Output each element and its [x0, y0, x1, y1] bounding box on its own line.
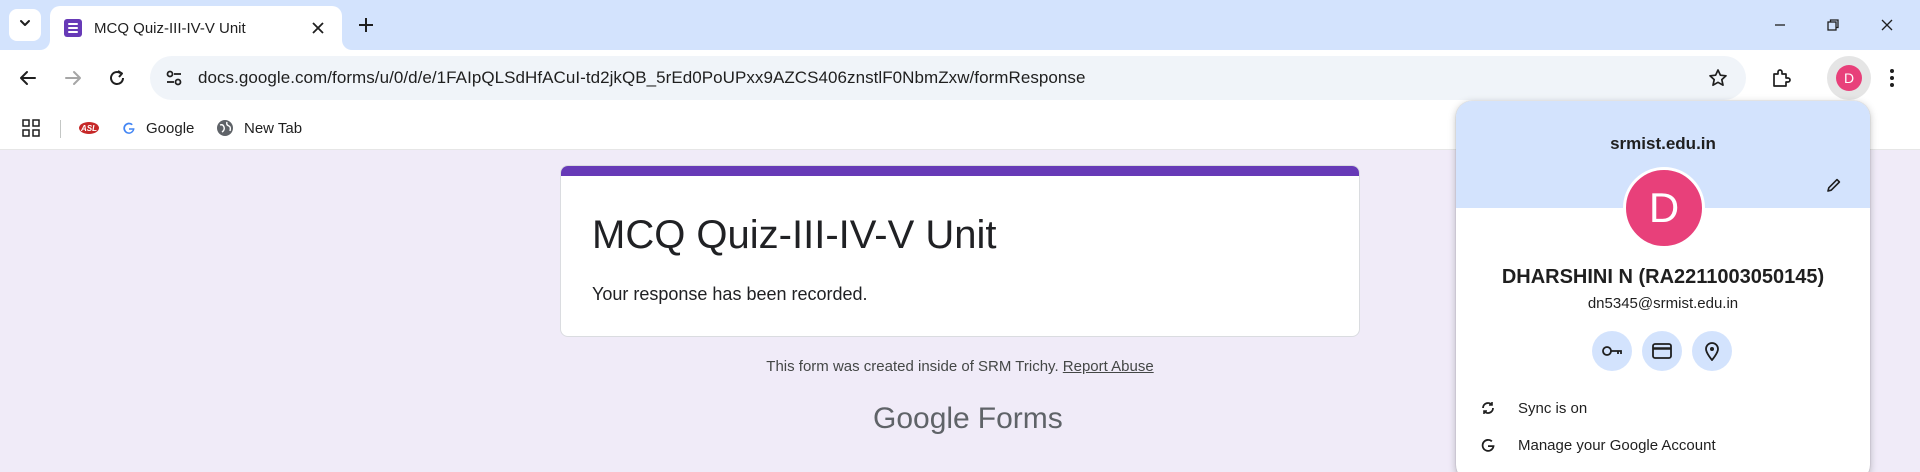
profile-email: dn5345@srmist.edu.in [1587, 295, 1739, 312]
profile-popup: srmist.edu.in D DHARSHINI N (RA221100305… [1456, 101, 1870, 472]
reload-button[interactable] [101, 62, 133, 94]
apps-grid-icon [22, 119, 40, 137]
tab-search-button[interactable] [9, 9, 41, 41]
edit-profile-button[interactable] [1820, 171, 1848, 199]
payment-methods-button[interactable] [1642, 331, 1682, 371]
menu-label: Sync is on [1518, 399, 1588, 417]
extensions-button[interactable] [1765, 62, 1797, 94]
bookmark-label: New Tab [244, 119, 303, 137]
footer-text: This form was created inside of SRM Tric… [766, 358, 1059, 375]
google-g-icon [123, 122, 135, 134]
manage-account-item[interactable]: Manage your Google Account [1456, 427, 1870, 463]
passwords-button[interactable] [1592, 331, 1632, 371]
sync-status-item[interactable]: Sync is on [1456, 390, 1870, 426]
star-icon [1709, 69, 1727, 87]
google-g-icon [1478, 435, 1498, 455]
pencil-icon [1827, 178, 1841, 192]
kebab-menu-icon [1890, 69, 1894, 87]
reload-icon [110, 70, 124, 85]
google-forms-logo[interactable]: Google Forms [873, 402, 1063, 436]
bookmark-asl[interactable]: ASL [78, 114, 100, 142]
card-accent-bar [561, 166, 1359, 176]
bookmarks-separator [60, 120, 61, 138]
tab-title: MCQ Quiz-III-IV-V Unit [94, 19, 246, 37]
menu-button[interactable] [1876, 62, 1908, 94]
location-pin-icon [1705, 342, 1719, 361]
confirmation-message: Your response has been recorded. [592, 284, 868, 304]
bookmark-star-button[interactable] [1702, 62, 1734, 94]
bookmark-new-tab[interactable]: New Tab [216, 114, 302, 142]
svg-text:ASL: ASL [80, 124, 97, 133]
close-icon [1881, 19, 1893, 31]
close-tab-button[interactable] [306, 16, 330, 40]
back-button[interactable] [12, 62, 44, 94]
active-tab[interactable]: MCQ Quiz-III-IV-V Unit [50, 6, 342, 50]
bookmark-google[interactable]: Google [122, 114, 194, 142]
url-text[interactable]: docs.google.com/forms/u/0/d/e/1FAIpQLSdH… [198, 68, 1085, 88]
puzzle-icon [1773, 69, 1791, 87]
profile-avatar: D [1623, 167, 1705, 249]
address-bar[interactable]: docs.google.com/forms/u/0/d/e/1FAIpQLSdH… [150, 56, 1746, 100]
browser-toolbar: docs.google.com/forms/u/0/d/e/1FAIpQLSdH… [0, 50, 1920, 106]
back-arrow-icon [20, 71, 36, 85]
google-forms-icon [64, 19, 82, 37]
restore-icon [1827, 19, 1839, 31]
report-abuse-link[interactable]: Report Abuse [1063, 358, 1154, 375]
bookmark-label: Google [146, 119, 195, 137]
profile-name: DHARSHINI N (RA2211003050145) [1501, 266, 1825, 288]
chevron-down-icon [18, 16, 32, 35]
brand-google: Google [873, 402, 970, 435]
profile-button[interactable]: D [1827, 56, 1871, 100]
globe-icon [217, 120, 233, 136]
key-icon [1602, 346, 1622, 356]
apps-button[interactable] [22, 114, 40, 142]
form-title: MCQ Quiz-III-IV-V Unit [592, 213, 997, 257]
close-window-button[interactable] [1871, 9, 1903, 41]
avatar: D [1836, 65, 1862, 91]
forward-button[interactable] [57, 62, 89, 94]
new-tab-button[interactable] [352, 11, 380, 39]
close-icon [312, 22, 324, 34]
tab-strip: MCQ Quiz-III-IV-V Unit [0, 0, 1920, 50]
popup-domain: srmist.edu.in [1610, 134, 1716, 153]
brand-forms: Forms [977, 402, 1063, 435]
plus-icon [359, 18, 373, 32]
minimize-button[interactable] [1764, 9, 1796, 41]
minimize-icon [1775, 24, 1785, 26]
confirmation-card: MCQ Quiz-III-IV-V Unit Your response has… [560, 165, 1360, 337]
asl-logo-icon: ASL [79, 122, 99, 134]
addresses-button[interactable] [1692, 331, 1732, 371]
sync-icon [1478, 398, 1498, 418]
maximize-button[interactable] [1817, 9, 1849, 41]
forward-arrow-icon [65, 71, 81, 85]
credit-card-icon [1652, 343, 1672, 359]
site-info-icon[interactable] [158, 62, 190, 94]
menu-label: Manage your Google Account [1518, 436, 1716, 454]
